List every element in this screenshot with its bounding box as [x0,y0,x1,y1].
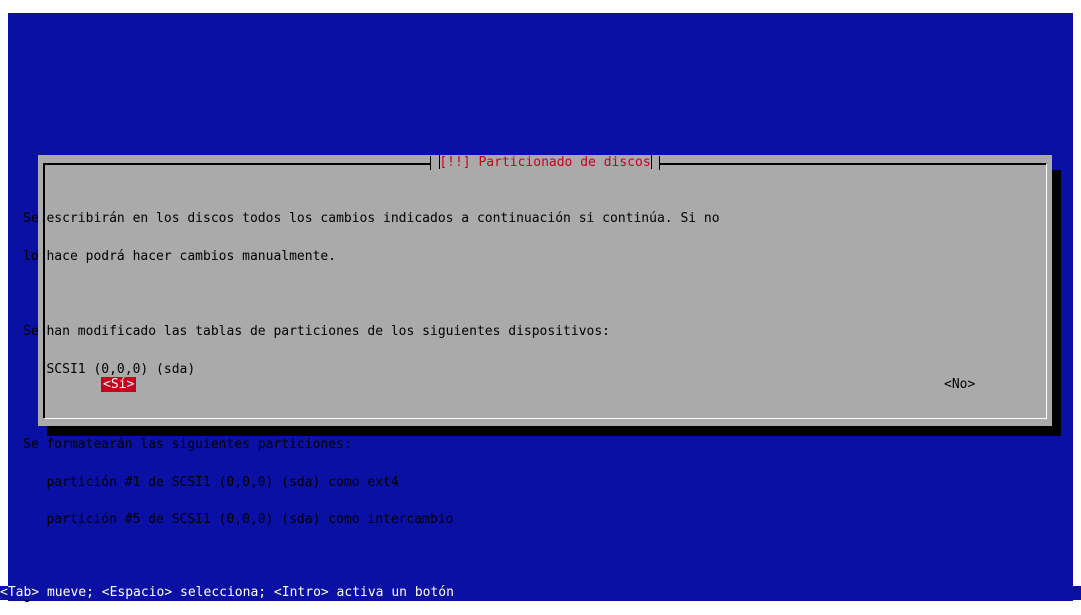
dialog-title: [!!] Particionado de discos [430,155,660,170]
dialog-text-line: Se escribirán en los discos todos los ca… [23,211,720,226]
dialog-spacer [23,552,720,565]
no-button[interactable]: <No> [944,377,975,392]
keyboard-help-statusbar: <Tab> mueve; <Espacio> selecciona; <Intr… [0,586,1081,600]
dialog-text-line: partición #5 de SCSI1 (0,0,0) (sda) como… [23,512,454,527]
dialog-body: Se escribirán en los discos todos los ca… [23,188,720,615]
dialog-text-line: SCSI1 (0,0,0) (sda) [23,361,196,377]
dialog-text-line: Se formatearán las siguientes particione… [23,437,352,452]
dialog-spacer [23,401,720,414]
dialog-text-line: lo hace podrá hacer cambios manualmente. [23,248,337,264]
dialog-spacer [23,288,720,301]
dialog-text-line: partición #1 de SCSI1 (0,0,0) (sda) como… [23,474,399,490]
dialog-text-line: Se han modificado las tablas de particio… [23,324,610,339]
yes-button[interactable]: <Sí> [101,377,137,392]
dialog-title-bar: [!!] Particionado de discos [38,155,1052,170]
